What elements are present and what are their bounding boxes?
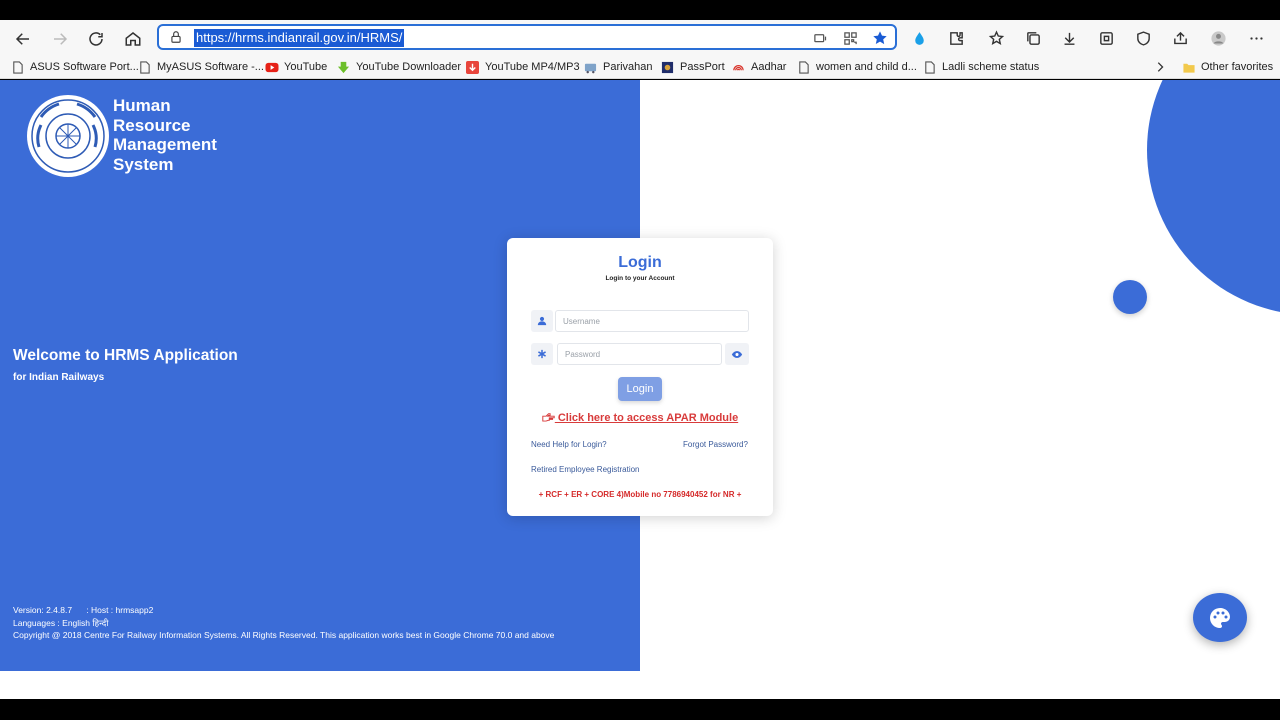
apar-module-link[interactable]: Click here to access APAR Module — [507, 412, 773, 424]
brand-line: Human — [113, 96, 171, 115]
page-icon — [797, 60, 810, 74]
other-favorites[interactable]: Other favorites — [1182, 58, 1273, 76]
language-selector[interactable]: Languages : English हिन्दी — [13, 617, 554, 630]
brand-line: Resource — [113, 115, 191, 135]
username-row — [531, 310, 749, 332]
passport-icon — [661, 61, 674, 74]
favorites-icon[interactable] — [985, 27, 1007, 49]
bookmark-women-child[interactable]: women and child d... — [797, 58, 917, 76]
login-subtitle: Login to your Account — [605, 275, 675, 282]
palette-icon — [1210, 607, 1230, 628]
hand-pointing-icon — [542, 413, 555, 422]
bookmark-label: MyASUS Software -... — [157, 61, 264, 73]
indian-railways-logo — [27, 95, 109, 177]
water-drop-icon[interactable] — [908, 27, 930, 49]
welcome-title: Welcome to HRMS Application — [13, 347, 238, 364]
page-icon — [923, 60, 936, 74]
bookmark-label: YouTube — [284, 61, 328, 73]
login-button[interactable]: Login — [618, 377, 662, 401]
top-black-bar — [0, 0, 1280, 20]
read-aloud-icon[interactable] — [811, 29, 829, 47]
screen: https://hrms.indianrail.gov.in/HRMS/ ASU… — [0, 0, 1280, 720]
bookmark-label: YouTube MP4/MP3 — [485, 61, 580, 73]
back-icon[interactable] — [9, 25, 37, 53]
login-card: Login Login to your Account Login C — [507, 238, 773, 516]
welcome-subtitle: for Indian Railways — [13, 372, 105, 383]
bookmark-youtube[interactable]: YouTube — [265, 58, 327, 76]
other-favorites-label: Other favorites — [1201, 61, 1274, 73]
forward-icon[interactable] — [46, 25, 74, 53]
retired-employee-registration-link[interactable]: Retired Employee Registration — [531, 465, 640, 474]
browser-chrome: https://hrms.indianrail.gov.in/HRMS/ ASU… — [0, 20, 1280, 79]
bookmark-ladli-scheme[interactable]: Ladli scheme status — [923, 58, 1039, 76]
bookmark-myasus-software[interactable]: MyASUS Software -... — [138, 58, 264, 76]
download-box-icon — [466, 60, 479, 74]
password-input[interactable] — [557, 343, 722, 365]
decor-circle-small — [1113, 280, 1147, 314]
theme-palette-button[interactable] — [1193, 593, 1247, 642]
asterisk-icon — [531, 343, 553, 365]
collections-icon[interactable] — [1022, 27, 1044, 49]
bottom-black-bar — [0, 699, 1280, 720]
show-password-eye-icon[interactable] — [725, 343, 749, 365]
lock-icon — [171, 31, 181, 43]
brand-line: Management — [113, 135, 217, 154]
page-icon — [11, 60, 24, 74]
parivahan-icon — [584, 61, 597, 74]
downloads-icon[interactable] — [1058, 27, 1080, 49]
footer-info: Version: 2.4.8.7 : Host : hrmsapp2 Langu… — [13, 604, 554, 642]
favorite-star-icon[interactable] — [871, 29, 889, 47]
bookmark-aadhar[interactable]: Aadhar — [732, 58, 786, 76]
bookmark-label: PassPort — [680, 61, 725, 73]
version-info: Version: 2.4.8.7 : Host : hrmsapp2 — [13, 605, 154, 615]
chevron-right-icon[interactable] — [1154, 58, 1166, 76]
apar-link-text: Click here to access APAR Module — [554, 412, 739, 424]
bookmark-label: Parivahan — [603, 61, 653, 73]
address-bar[interactable]: https://hrms.indianrail.gov.in/HRMS/ — [157, 24, 897, 50]
folder-icon — [1182, 61, 1195, 74]
bookmark-label: women and child d... — [816, 61, 917, 73]
bookmark-youtube-mp4[interactable]: YouTube MP4/MP3 — [466, 58, 580, 76]
brand-title: Human Resource Management System — [113, 96, 217, 174]
bookmark-label: Ladli scheme status — [942, 61, 1040, 73]
qr-code-icon[interactable] — [841, 29, 859, 47]
refresh-icon[interactable] — [82, 25, 110, 53]
bookmark-label: ASUS Software Port... — [30, 61, 139, 73]
bookmark-label: Aadhar — [751, 61, 787, 73]
password-row — [531, 343, 749, 365]
home-icon[interactable] — [119, 25, 147, 53]
url-text[interactable]: https://hrms.indianrail.gov.in/HRMS/ — [194, 29, 405, 47]
download-arrow-icon — [337, 61, 350, 74]
share-icon[interactable] — [1169, 27, 1191, 49]
username-input[interactable] — [555, 310, 749, 332]
web-page: Human Resource Management System Welcome… — [0, 80, 1280, 699]
announcement-marquee: + RCF + ER + CORE 4)Mobile no 7786940452… — [538, 490, 742, 499]
bookmark-parivahan[interactable]: Parivahan — [584, 58, 653, 76]
extensions-icon[interactable] — [945, 27, 967, 49]
more-options-icon[interactable] — [1245, 27, 1267, 49]
bookmark-youtube-downloader[interactable]: YouTube Downloader — [337, 58, 461, 76]
page-icon — [138, 60, 151, 74]
bookmark-asus-software[interactable]: ASUS Software Port... — [11, 58, 139, 76]
youtube-icon — [265, 61, 279, 74]
forgot-password-link[interactable]: Forgot Password? — [683, 440, 748, 449]
profile-avatar-icon[interactable] — [1207, 27, 1229, 49]
bookmark-label: YouTube Downloader — [356, 61, 461, 73]
bookmark-passport[interactable]: PassPort — [661, 58, 725, 76]
bookmarks-bar: ASUS Software Port... MyASUS Software -.… — [0, 56, 1280, 78]
aadhar-icon — [732, 61, 745, 74]
brand-line: System — [113, 154, 174, 174]
decor-circle-large — [1147, 80, 1280, 315]
need-help-link[interactable]: Need Help for Login? — [531, 440, 607, 449]
user-icon — [531, 310, 553, 332]
login-title: Login — [618, 254, 662, 271]
browser-essentials-icon[interactable] — [1132, 27, 1154, 49]
screenshot-icon[interactable] — [1095, 27, 1117, 49]
copyright-text: Copyright @ 2018 Centre For Railway Info… — [13, 630, 555, 640]
